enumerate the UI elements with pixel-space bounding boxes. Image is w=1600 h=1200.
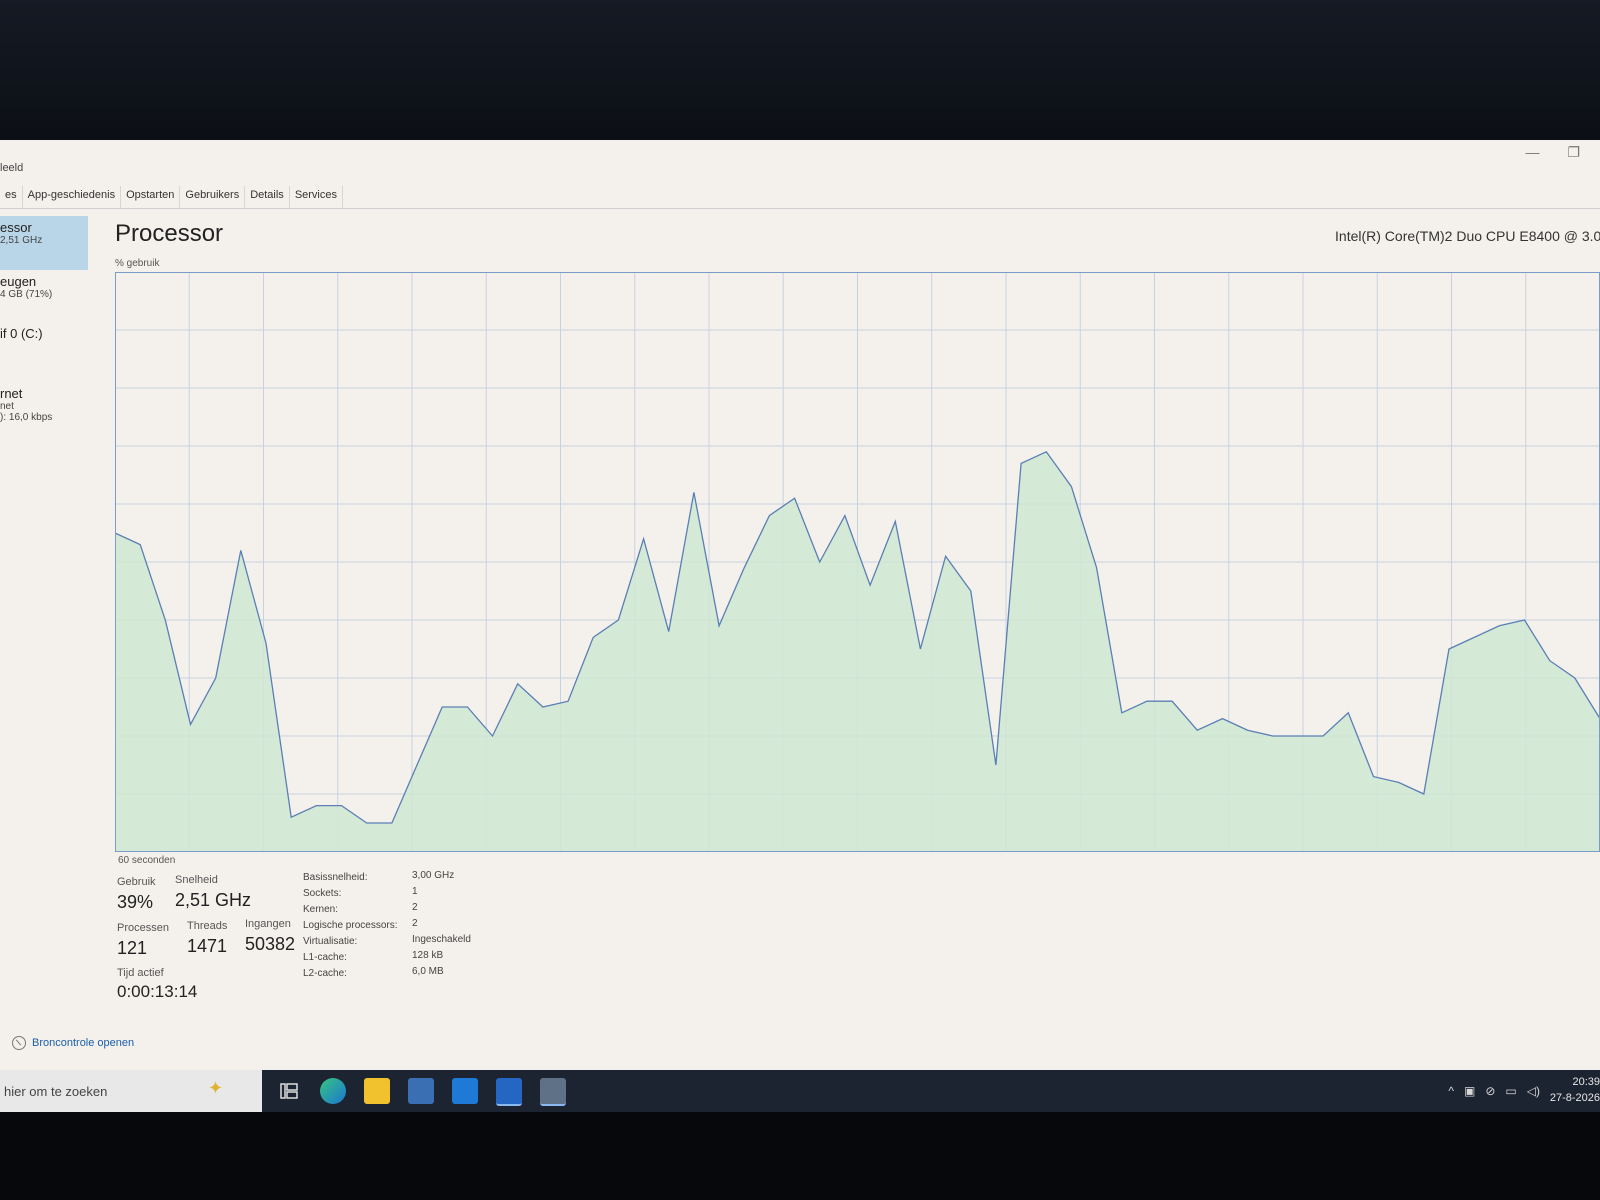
menu-bar: leeld: [0, 162, 23, 180]
window-controls: — ❐: [1525, 140, 1580, 164]
threads-label: Threads: [187, 920, 228, 932]
usage-label: Gebruik: [117, 876, 156, 888]
sidebar-item-label: if 0 (C:): [0, 326, 43, 341]
speed-value: 2,51 GHz: [175, 890, 252, 910]
handles-value: 50382: [245, 934, 296, 954]
spec-value: 3,00 GHz: [412, 870, 455, 881]
spec-value: 1: [412, 886, 418, 897]
performance-panel: Processor Intel(R) Core(TM)2 Duo CPU E84…: [115, 216, 1600, 1070]
axis-label-time: 60 seconden: [118, 855, 176, 866]
sidebar-item-disk[interactable]: if 0 (C:): [0, 322, 88, 345]
processes-label: Processen: [117, 922, 169, 934]
search-box[interactable]: hier om te zoeken ✦: [0, 1070, 262, 1112]
sidebar-item-sub2: ): 16,0 kbps: [0, 412, 53, 423]
page-title: Processor: [115, 220, 224, 247]
spec-label: Kernen:: [303, 904, 339, 915]
resource-monitor-label: Broncontrole openen: [32, 1037, 135, 1049]
tab-startup[interactable]: Opstarten: [121, 186, 181, 208]
sidebar-item-memory[interactable]: eugen 4 GB (71%): [0, 270, 88, 304]
clock[interactable]: 20:39 27-8-2026: [1544, 1074, 1600, 1106]
sidebar-item-label: eugen: [0, 274, 37, 289]
threads-value: 1471: [187, 936, 228, 956]
spec-label: L1-cache:: [303, 952, 347, 963]
edge-icon[interactable]: [320, 1078, 346, 1104]
taskbar: hier om te zoeken ✦ ^ ▣ ⊘ ▭ ◁) 20:39 27-…: [0, 1070, 1600, 1112]
menu-item-view[interactable]: leeld: [0, 162, 23, 174]
speed-label: Snelheid: [175, 874, 218, 886]
tab-details[interactable]: Details: [245, 186, 290, 208]
network-icon[interactable]: ▭: [1505, 1084, 1516, 1098]
sidebar-item-ethernet[interactable]: rnet net ): 16,0 kbps: [0, 382, 88, 427]
spec-value: 2: [412, 918, 418, 929]
sidebar-item-label: essor: [0, 220, 32, 235]
task-manager-icon[interactable]: [540, 1078, 566, 1106]
resource-monitor-icon: [12, 1036, 26, 1050]
spec-value: Ingeschakeld: [412, 934, 471, 945]
clock-date: 27-8-2026: [1549, 1092, 1600, 1104]
usage-value: 39%: [117, 892, 154, 912]
tab-app-history[interactable]: App-geschiedenis: [23, 186, 122, 208]
sidebar: essor 2,51 GHz eugen 4 GB (71%) if 0 (C:…: [0, 216, 88, 1070]
spec-value: 2: [412, 902, 418, 913]
uptime-label: Tijd actief: [117, 967, 164, 979]
spec-label: Virtualisatie:: [303, 936, 358, 947]
minimize-button[interactable]: —: [1525, 144, 1539, 160]
tab-bar: es App-geschiedenis Opstarten Gebruikers…: [0, 186, 1600, 209]
clock-time: 20:39: [1572, 1076, 1600, 1088]
system-tray: ^ ▣ ⊘ ▭ ◁): [1448, 1084, 1540, 1098]
sidebar-item-processor[interactable]: essor 2,51 GHz: [0, 216, 88, 270]
spec-label: Basissnelheid:: [303, 872, 368, 883]
spec-label: Sockets:: [303, 888, 342, 899]
mail-icon[interactable]: [452, 1078, 478, 1104]
tab-processes[interactable]: es: [0, 186, 23, 208]
mute-icon[interactable]: ⊘: [1485, 1084, 1495, 1098]
sidebar-item-sub: net: [0, 401, 14, 412]
sidebar-item-sub: 2,51 GHz: [0, 235, 43, 246]
spec-value: 128 kB: [412, 950, 444, 961]
cpu-model: Intel(R) Core(TM)2 Duo CPU E8400 @ 3.00G: [1335, 228, 1600, 244]
spec-value: 6,0 MB: [412, 966, 444, 977]
spec-label: L2-cache:: [303, 968, 347, 979]
cpu-usage-graph: [115, 272, 1600, 852]
resource-monitor-link[interactable]: Broncontrole openen: [12, 1036, 134, 1050]
search-placeholder: hier om te zoeken: [4, 1084, 108, 1099]
task-view-icon[interactable]: [276, 1078, 302, 1104]
store-icon[interactable]: [408, 1078, 434, 1104]
handles-label: Ingangen: [245, 918, 291, 930]
spec-label: Logische processors:: [303, 920, 398, 931]
restore-button[interactable]: ❐: [1567, 144, 1580, 161]
sidebar-item-label: rnet: [0, 386, 23, 401]
search-highlight-icon: ✦: [208, 1078, 224, 1098]
volume-icon[interactable]: ◁): [1527, 1084, 1540, 1098]
file-explorer-icon[interactable]: [364, 1078, 390, 1104]
task-manager-window: — ❐ leeld es App-geschiedenis Opstarten …: [0, 140, 1600, 1070]
meet-now-icon[interactable]: ▣: [1464, 1084, 1475, 1098]
tab-services[interactable]: Services: [290, 186, 343, 208]
monitor-bezel-top: [0, 0, 1600, 140]
processes-value: 121: [117, 938, 148, 958]
tab-users[interactable]: Gebruikers: [180, 186, 246, 208]
monitor-bezel-bottom: [0, 1112, 1600, 1200]
app-icon[interactable]: [496, 1078, 522, 1106]
sidebar-item-sub: 4 GB (71%): [0, 289, 53, 300]
axis-label-usage: % gebruik: [115, 258, 160, 269]
uptime-value: 0:00:13:14: [117, 982, 198, 1001]
chevron-up-icon[interactable]: ^: [1448, 1084, 1454, 1098]
